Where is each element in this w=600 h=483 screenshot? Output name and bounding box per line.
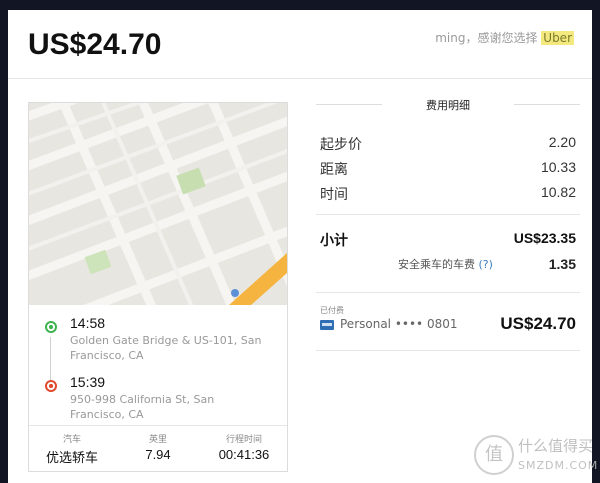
thanks-message: ming，感谢您选择 Uber [435,29,574,46]
fare-label: 时间 [320,187,348,203]
dropoff-address: 950-998 California St, San Francisco, CA [70,393,215,421]
fare-breakdown: 费用明细 起步价 2.20 距离 10.33 时间 10.82 小计 US$23… [316,94,580,354]
fare-value: 10.82 [540,184,576,200]
stat-label: 行程时间 [225,435,262,445]
fare-label: 距离 [320,162,348,178]
watermark-logo-icon: 值 [474,435,514,475]
route-map[interactable] [29,103,287,305]
stat-label: 英里 [148,435,167,445]
fare-value: 2.20 [548,134,576,150]
receipt-header: US$24.70 ming，感谢您选择 Uber [8,10,592,79]
total-amount: US$24.70 [28,28,162,61]
stat-miles: 英里 7.94 [115,432,201,462]
subtotal-value: US$23.35 [513,230,576,246]
fare-value: 10.33 [540,159,576,175]
paid-total: US$24.70 [500,314,576,333]
paid-label: 已付费 [320,306,344,315]
watermark: 值 什么值得买 SMZDM.COM [470,431,600,481]
stat-value: 优选轿车 [45,450,98,465]
receipt-card: US$24.70 ming，感谢您选择 Uber 14:58 Golden Ga… [8,10,592,483]
stat-duration: 行程时间 00:41:36 [201,432,287,462]
stat-label: 汽车 [62,435,81,445]
subtotal-label: 小计 [320,233,348,249]
credit-card-icon [320,320,334,330]
divider [316,292,580,293]
dropoff-dot-icon [45,380,57,392]
stat-value: 00:41:36 [218,447,270,462]
map-image [29,103,287,305]
safety-fee-value: 1.35 [548,256,576,272]
brand-name: Uber [541,31,574,45]
payment-method: Personal •••• 0801 [340,317,458,331]
divider [316,214,580,215]
trip-summary: 14:58 Golden Gate Bridge & US-101, San F… [28,102,288,472]
stat-value: 7.94 [145,447,171,462]
watermark-en: SMZDM.COM [518,459,599,472]
safety-fee-label: 安全乘车的车费 (?) [398,256,493,272]
help-icon[interactable]: (?) [479,258,493,271]
stat-vehicle: 汽车 优选轿车 [29,432,115,466]
fare-title: 费用明细 [426,99,470,112]
thanks-text: ming，感谢您选择 [435,31,538,45]
title-rule-right [514,104,580,105]
pickup-dot-icon [45,321,57,333]
fare-label: 起步价 [320,137,362,153]
pickup-time: 14:58 [70,315,106,331]
divider [316,350,580,351]
pickup-address: Golden Gate Bridge & US-101, San Francis… [70,334,262,362]
safety-fee-text: 安全乘车的车费 [398,258,475,271]
dropoff-time: 15:39 [70,374,106,390]
watermark-cn: 什么值得买 [518,437,594,455]
trip-stats: 汽车 优选轿车 英里 7.94 行程时间 00:41:36 [29,425,287,472]
